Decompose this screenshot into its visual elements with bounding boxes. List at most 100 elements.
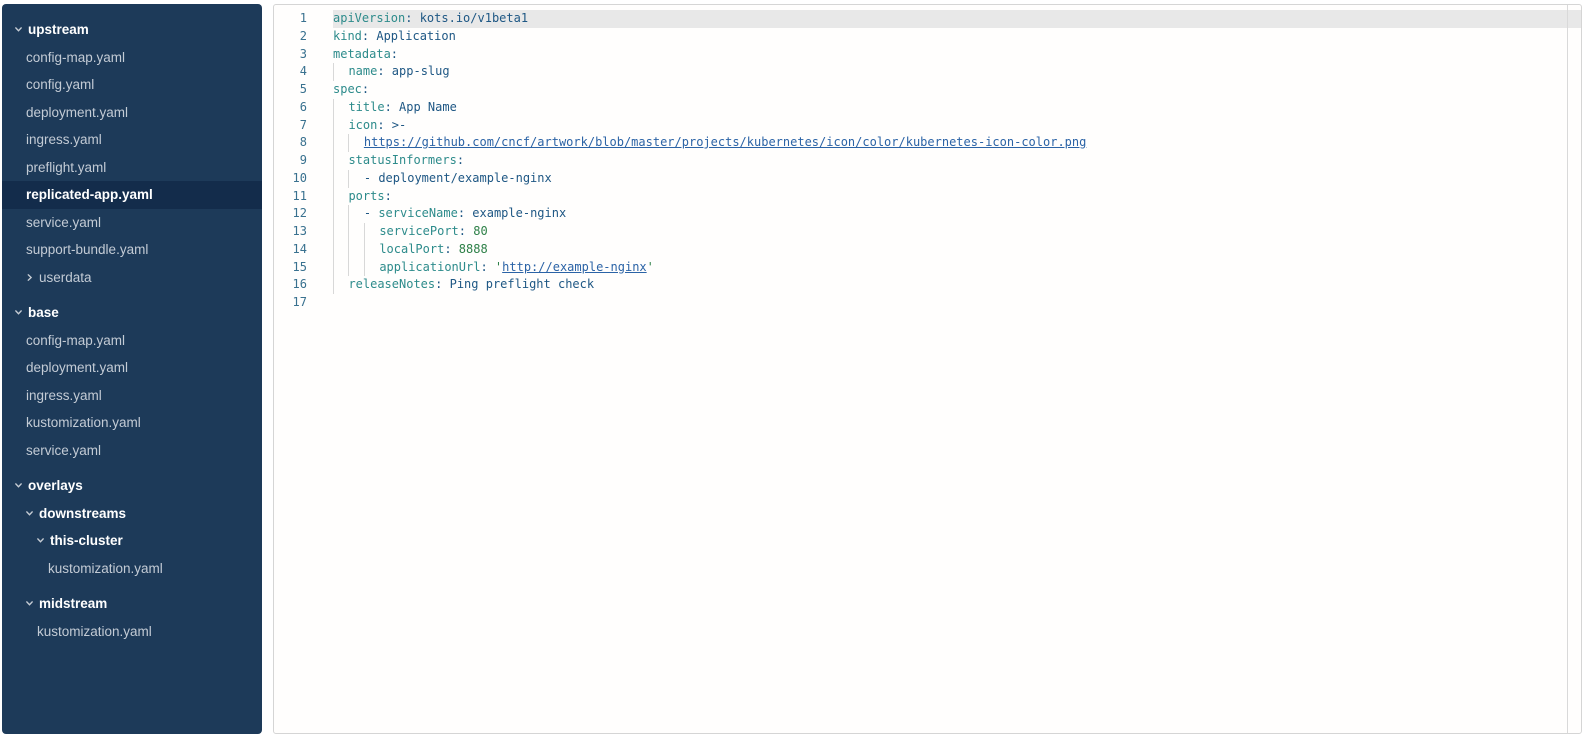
- tree-item-kustomization-yaml[interactable]: kustomization.yaml: [2, 618, 262, 646]
- chevron-down-icon: [25, 509, 34, 518]
- line-number: 5: [274, 81, 333, 99]
- code-line-content: [333, 294, 1581, 312]
- tree-item-userdata[interactable]: userdata: [2, 264, 262, 292]
- tree-item-replicated-app-yaml[interactable]: replicated-app.yaml: [2, 181, 262, 209]
- file-label: config-map.yaml: [26, 50, 125, 65]
- code-token: kots.io/v1beta1: [420, 10, 528, 28]
- file-label: service.yaml: [26, 443, 101, 458]
- code-line[interactable]: 8https://github.com/cncf/artwork/blob/ma…: [274, 134, 1581, 152]
- editor-scrollbar-track[interactable]: [1567, 5, 1581, 733]
- code-line[interactable]: 1apiVersion: kots.io/v1beta1: [274, 10, 1581, 28]
- tree-item-support-bundle-yaml[interactable]: support-bundle.yaml: [2, 236, 262, 264]
- code-token: :: [362, 81, 369, 99]
- line-number: 12: [274, 205, 333, 223]
- tree-item-config-map-yaml[interactable]: config-map.yaml: [2, 44, 262, 72]
- code-token: name: [348, 63, 377, 81]
- file-tree-sidebar: upstreamconfig-map.yamlconfig.yamldeploy…: [2, 4, 262, 734]
- code-token: deployment/example-nginx: [378, 170, 551, 188]
- code-line-content: statusInformers:: [333, 152, 1581, 170]
- indent-guide: [333, 205, 348, 223]
- code-token: apiVersion: [333, 10, 405, 28]
- code-line[interactable]: 15applicationUrl: 'http://example-nginx': [274, 259, 1581, 277]
- code-line[interactable]: 10- deployment/example-nginx: [274, 170, 1581, 188]
- line-number: 14: [274, 241, 333, 259]
- code-line[interactable]: 17: [274, 294, 1581, 312]
- tree-item-this-cluster[interactable]: this-cluster: [2, 527, 262, 555]
- tree-item-config-yaml[interactable]: config.yaml: [2, 71, 262, 99]
- indent-guide: [333, 276, 348, 294]
- tree-item-upstream[interactable]: upstream: [2, 16, 262, 44]
- folder-label: midstream: [39, 596, 107, 611]
- code-token: Ping preflight check: [450, 276, 595, 294]
- code-line[interactable]: 9statusInformers:: [274, 152, 1581, 170]
- file-editor-page: upstreamconfig-map.yamlconfig.yamldeploy…: [0, 0, 1590, 746]
- code-editor[interactable]: 1apiVersion: kots.io/v1beta12kind: Appli…: [273, 4, 1582, 734]
- tree-item-deployment-yaml[interactable]: deployment.yaml: [2, 99, 262, 127]
- code-token: spec: [333, 81, 362, 99]
- code-token: Application: [376, 28, 455, 46]
- indent-guide: [364, 241, 379, 259]
- tree-item-service-yaml[interactable]: service.yaml: [2, 437, 262, 465]
- code-line[interactable]: 16releaseNotes: Ping preflight check: [274, 276, 1581, 294]
- tree-item-downstreams[interactable]: downstreams: [2, 500, 262, 528]
- code-token: ports: [348, 188, 384, 206]
- code-line[interactable]: 11 ports:: [274, 188, 1581, 206]
- tree-item-kustomization-yaml[interactable]: kustomization.yaml: [2, 409, 262, 437]
- tree-item-midstream[interactable]: midstream: [2, 590, 262, 618]
- line-number: 13: [274, 223, 333, 241]
- code-token: :: [459, 223, 473, 241]
- code-token: :: [385, 99, 399, 117]
- code-line[interactable]: 3metadata:: [274, 46, 1581, 64]
- indent-guide: [348, 170, 363, 188]
- code-line[interactable]: 14localPort: 8888: [274, 241, 1581, 259]
- url-link[interactable]: https://github.com/cncf/artwork/blob/mas…: [364, 134, 1086, 152]
- file-label: replicated-app.yaml: [26, 187, 153, 202]
- file-label: preflight.yaml: [26, 160, 106, 175]
- code-line[interactable]: 6title: App Name: [274, 99, 1581, 117]
- folder-label: this-cluster: [50, 533, 123, 548]
- chevron-down-icon: [14, 481, 23, 490]
- indent-guide: [333, 223, 348, 241]
- chevron-down-icon: [36, 536, 45, 545]
- tree-item-ingress-yaml[interactable]: ingress.yaml: [2, 382, 262, 410]
- code-line[interactable]: 12- serviceName: example-nginx: [274, 205, 1581, 223]
- code-line[interactable]: 4name: app-slug: [274, 63, 1581, 81]
- folder-label: overlays: [28, 478, 83, 493]
- code-line[interactable]: 13servicePort: 80: [274, 223, 1581, 241]
- code-token: localPort: [379, 241, 444, 259]
- indent-guide: [333, 170, 348, 188]
- code-token: :: [391, 46, 398, 64]
- code-line-content: - deployment/example-nginx: [333, 170, 1581, 188]
- indent-guide: [348, 241, 363, 259]
- tree-item-service-yaml[interactable]: service.yaml: [2, 209, 262, 237]
- code-token: App Name: [399, 99, 457, 117]
- indent-guide: [333, 63, 348, 81]
- tree-item-ingress-yaml[interactable]: ingress.yaml: [2, 126, 262, 154]
- tree-item-kustomization-yaml[interactable]: kustomization.yaml: [2, 555, 262, 583]
- code-token: :: [457, 152, 464, 170]
- tree-item-base[interactable]: base: [2, 299, 262, 327]
- code-token: example-nginx: [472, 205, 566, 223]
- tree-item-overlays[interactable]: overlays: [2, 472, 262, 500]
- line-number: 11: [274, 188, 333, 206]
- code-token: -: [364, 170, 378, 188]
- line-number: 4: [274, 63, 333, 81]
- indent-guide: [348, 223, 363, 241]
- code-line-content: name: app-slug: [333, 63, 1581, 81]
- tree-item-deployment-yaml[interactable]: deployment.yaml: [2, 354, 262, 382]
- code-line[interactable]: 5spec:: [274, 81, 1581, 99]
- tree-item-preflight-yaml[interactable]: preflight.yaml: [2, 154, 262, 182]
- file-label: support-bundle.yaml: [26, 242, 148, 257]
- indent-guide: [364, 259, 379, 277]
- code-line-content: kind: Application: [333, 28, 1581, 46]
- indent-guide: [333, 99, 348, 117]
- code-token: :: [377, 63, 391, 81]
- code-line[interactable]: 2kind: Application: [274, 28, 1581, 46]
- url-link[interactable]: http://example-nginx: [502, 259, 647, 277]
- code-token: :: [385, 188, 392, 206]
- tree-item-config-map-yaml[interactable]: config-map.yaml: [2, 327, 262, 355]
- code-token: 80: [473, 223, 487, 241]
- code-token: ': [495, 259, 502, 277]
- code-line[interactable]: 7icon: >-: [274, 117, 1581, 135]
- code-line-content: icon: >-: [333, 117, 1581, 135]
